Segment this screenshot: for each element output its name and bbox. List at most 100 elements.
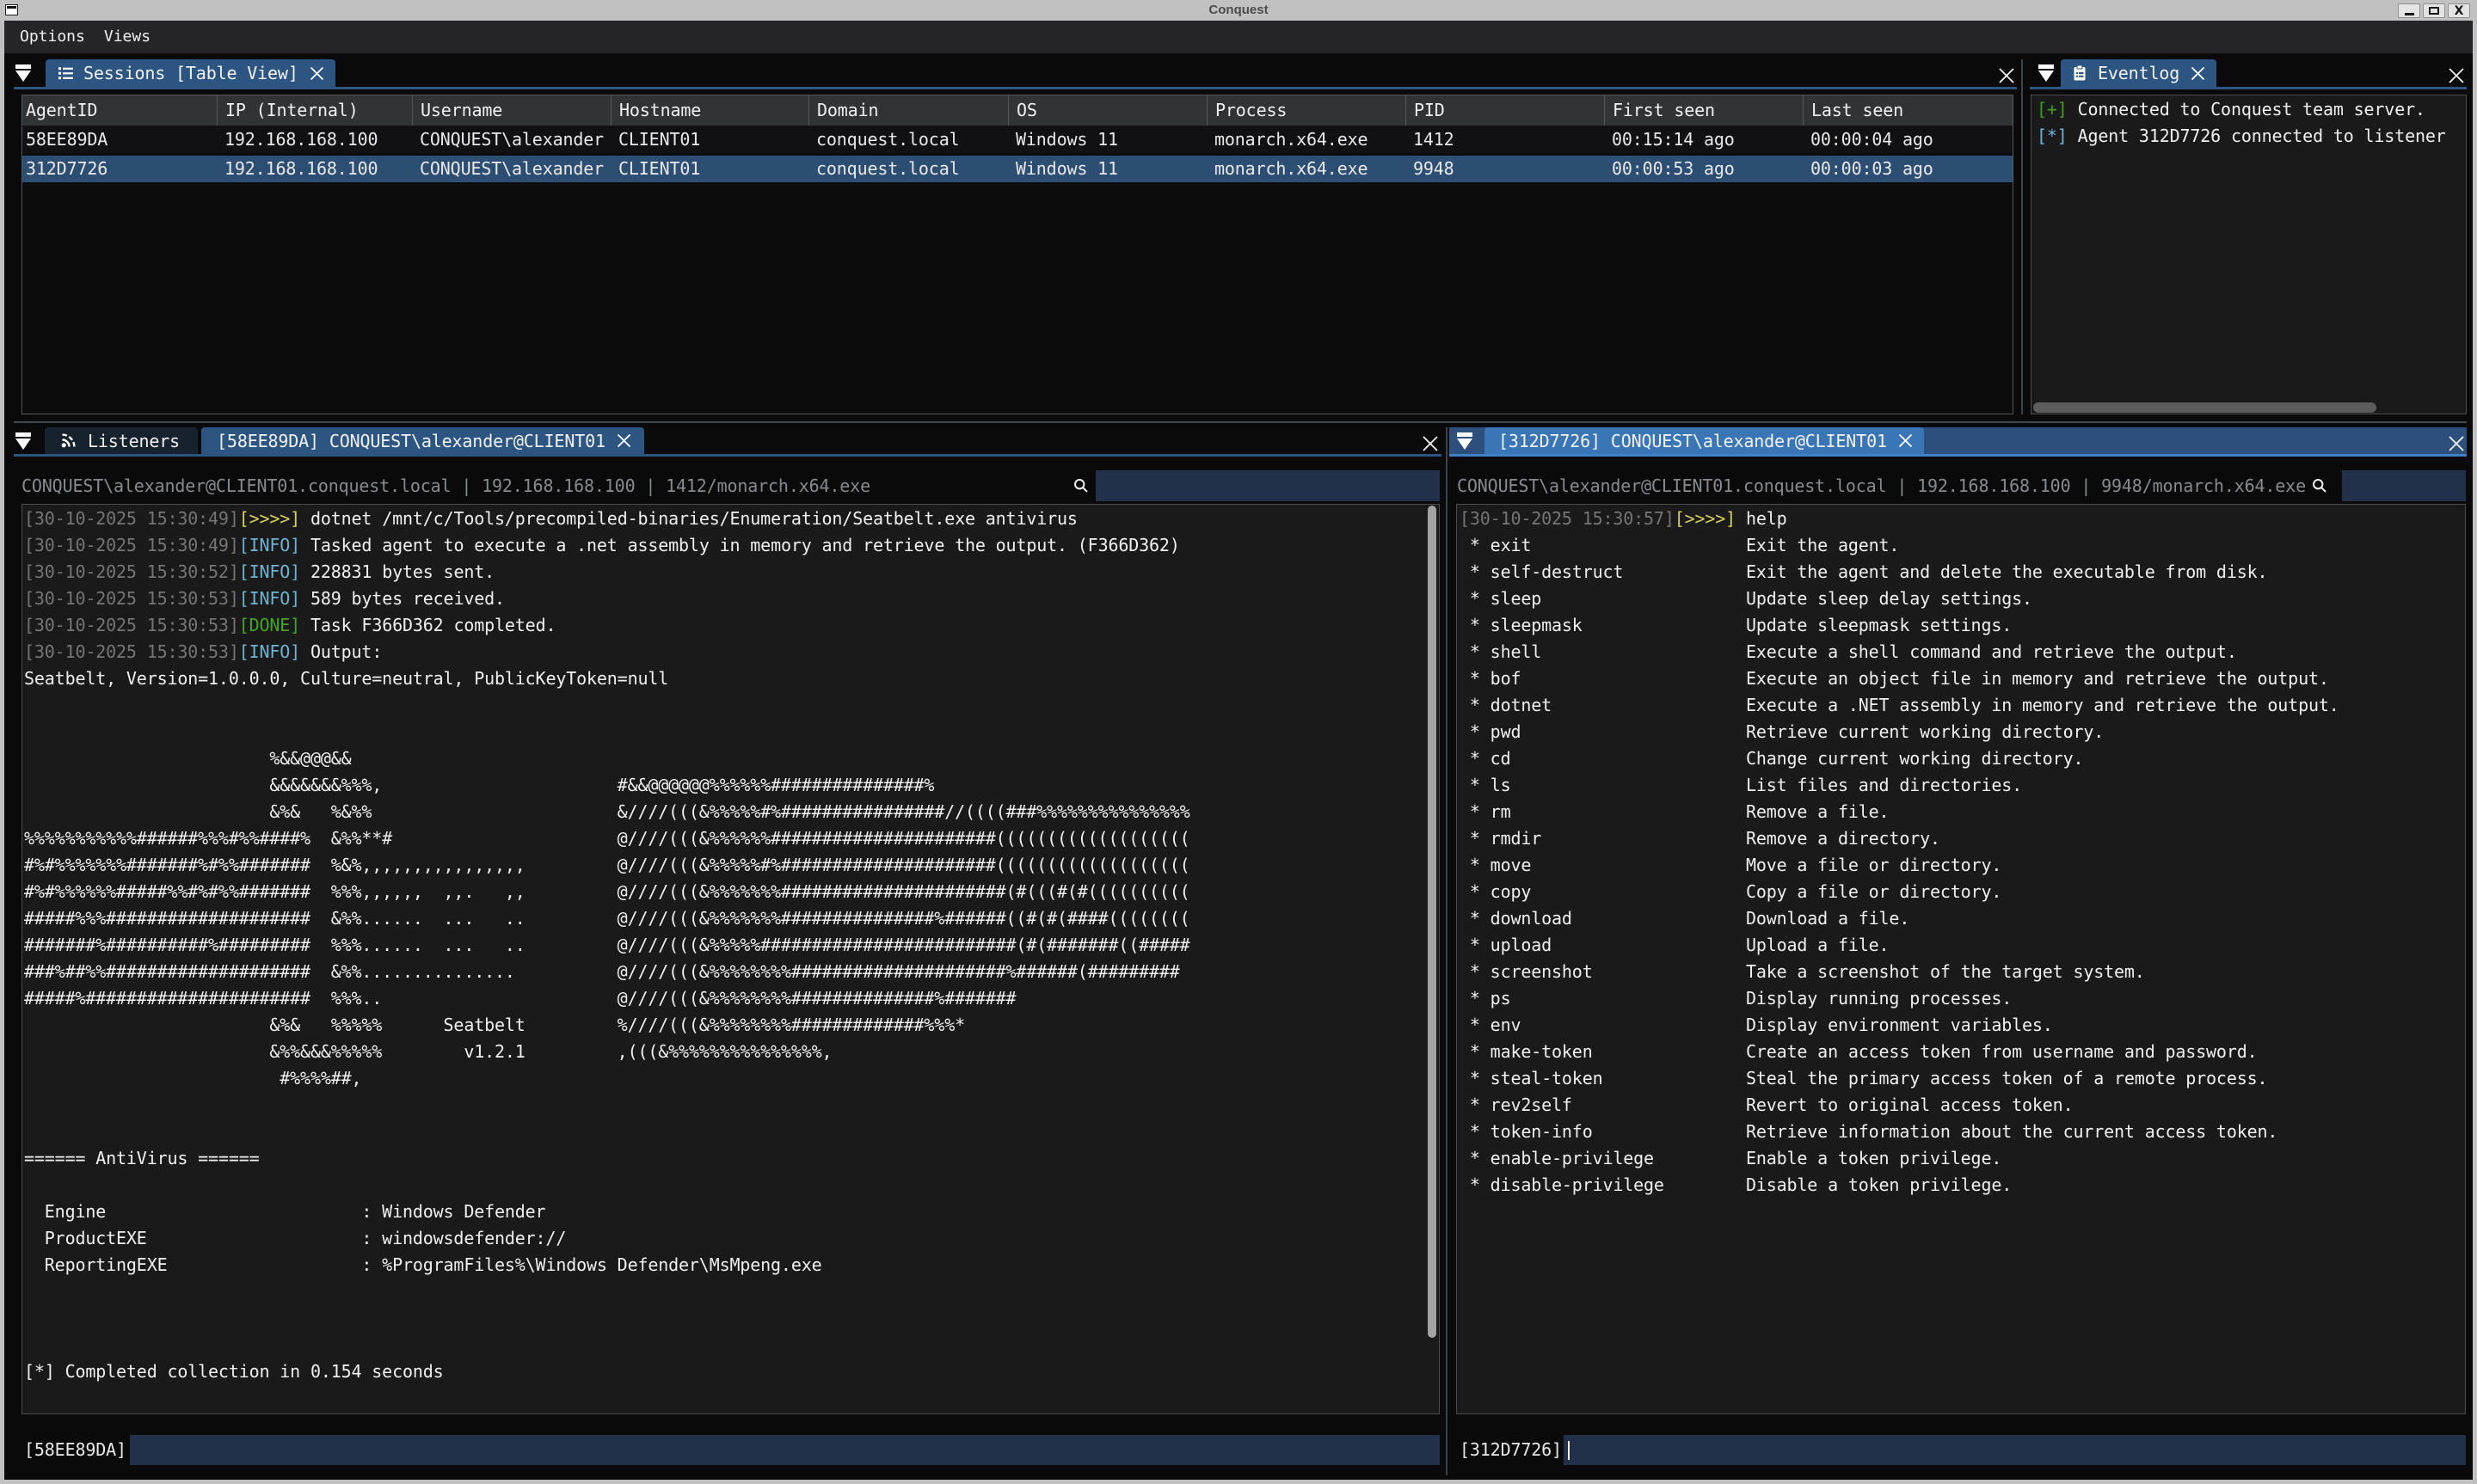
left-search-icon[interactable] (1073, 477, 1090, 498)
tab-close-icon[interactable] (1897, 432, 1914, 449)
console-segment-out: * copy Copy a file or directory. (1460, 881, 2001, 902)
close-window-button[interactable]: X (2448, 3, 2470, 18)
table-cell: CLIENT01 (611, 126, 808, 153)
console-line: * copy Copy a file or directory. (1460, 879, 2465, 905)
console-line (24, 1279, 1439, 1305)
console-line (24, 1092, 1439, 1119)
console-segment-ts: [30-10-2025 15:30:53] (24, 641, 239, 662)
console-line: #%#%%%%%%%#######%#%%####### %&%,,,,,,,,… (24, 852, 1439, 879)
maximize-button[interactable] (2423, 3, 2445, 18)
table-header-cell[interactable]: IP (Internal) (217, 95, 412, 126)
console-segment-cmd: [>>>>] (1675, 508, 1736, 529)
eventlog-horizontal-scrollbar[interactable] (2033, 402, 2376, 413)
console-line: * sleep Update sleep delay settings. (1460, 586, 2465, 612)
top-dock-splitter[interactable] (2021, 59, 2023, 414)
tab-sessions-table-view[interactable]: Sessions [Table View] (46, 59, 335, 87)
tab-label: Listeners (88, 431, 180, 451)
left-command-input[interactable] (130, 1435, 1440, 1465)
console-segment-out: * sleepmask Update sleepmask settings. (1460, 615, 2012, 635)
bottom-dock-splitter[interactable] (1446, 427, 1447, 1475)
console-line: * enable-privilege Enable a token privil… (1460, 1145, 2465, 1172)
right-console-panel-close-button[interactable] (2447, 434, 2466, 453)
console-line: * screenshot Take a screenshot of the ta… (1460, 959, 2465, 985)
tab-agent-58EE89DA[interactable]: [58EE89DA] CONQUEST\alexander@CLIENT01 (201, 427, 644, 454)
table-header-cell[interactable]: Process (1207, 95, 1405, 126)
console-segment-out: * ls List files and directories. (1460, 775, 2022, 795)
console-line: [30-10-2025 15:30:49][>>>>] dotnet /mnt/… (24, 506, 1439, 532)
menu-options[interactable]: Options (10, 21, 95, 53)
console-segment-ts: [30-10-2025 15:30:49] (24, 508, 239, 529)
left-console-scrollbar[interactable] (1428, 506, 1436, 1338)
console-line: #%#%%%%%%#####%%#%#%%####### %%%,,,,,, ,… (24, 879, 1439, 905)
filter-icon-triangle (15, 71, 31, 82)
dock-separator[interactable] (14, 421, 2467, 423)
table-row[interactable]: 312D7726192.168.168.100CONQUEST\alexande… (22, 156, 2013, 182)
left-search-input[interactable] (1096, 470, 1440, 501)
console-segment-out: %%%%%%%%%%%######%%%#%%####% &%%**# @///… (24, 828, 1190, 849)
table-header-cell[interactable]: PID (1405, 95, 1604, 126)
tab-label: [312D7726] CONQUEST\alexander@CLIENT01 (1498, 431, 1887, 451)
console-segment-out: Output: (300, 641, 382, 662)
console-line: * rm Remove a file. (1460, 799, 2465, 825)
console-line: * pwd Retrieve current working directory… (1460, 719, 2465, 745)
console-line: [30-10-2025 15:30:53][DONE] Task F366D36… (24, 612, 1439, 639)
left-console-panel-close-button[interactable] (1421, 434, 1440, 453)
tab-listeners[interactable]: Listeners (45, 427, 198, 454)
right-console-tabbar: [312D7726] CONQUEST\alexander@CLIENT01 (1449, 427, 2467, 454)
console-segment-out: * exit Exit the agent. (1460, 535, 1899, 555)
table-header-cell[interactable]: Last seen (1803, 95, 2013, 126)
console-line (24, 1305, 1439, 1332)
tab-eventlog[interactable]: Eventlog (2061, 59, 2216, 87)
sessions-filter-button[interactable] (14, 59, 33, 87)
table-cell: 00:15:14 ago (1604, 126, 1803, 153)
eventlog-filter-button[interactable] (2037, 59, 2056, 87)
console-segment-done: [DONE] (239, 615, 300, 635)
maximize-icon (2429, 7, 2439, 15)
console-segment-out: * rm Remove a file. (1460, 801, 1889, 822)
close-icon: X (2455, 5, 2464, 17)
console-segment-out: #######%##########%######### %%%...... .… (24, 935, 1190, 955)
console-line: ProductEXE : windowsdefender:// (24, 1225, 1439, 1252)
menu-views[interactable]: Views (95, 21, 160, 53)
table-header-cell[interactable]: OS (1008, 95, 1207, 126)
console-line: * rev2self Revert to original access tok… (1460, 1092, 2465, 1119)
table-header-cell[interactable]: AgentID (22, 95, 217, 126)
table-cell: 312D7726 (22, 156, 217, 182)
minimize-button[interactable] (2398, 3, 2420, 18)
console-line: ====== AntiVirus ====== (24, 1145, 1439, 1172)
tab-close-icon[interactable] (2190, 65, 2206, 82)
right-console-filter-button[interactable] (1455, 427, 1474, 454)
list-icon (56, 64, 75, 83)
console-line (24, 1119, 1439, 1145)
console-segment-out: ReportingEXE : %ProgramFiles%\Windows De… (24, 1254, 822, 1275)
left-console-filter-button[interactable] (14, 427, 33, 454)
right-command-input[interactable] (1564, 1435, 2466, 1465)
titlebar: Conquest X (0, 0, 2477, 21)
console-line: %&&@@@&& (24, 745, 1439, 772)
console-line: * shell Execute a shell command and retr… (1460, 639, 2465, 665)
console-segment-out: dotnet /mnt/c/Tools/precompiled-binaries… (300, 508, 1078, 529)
tab-close-icon[interactable] (616, 432, 632, 449)
sessions-panel-close-button[interactable] (1997, 66, 2016, 85)
tab-agent-312D7726[interactable]: [312D7726] CONQUEST\alexander@CLIENT01 (1484, 427, 1924, 454)
console-line: #####%%%#################### &%%...... .… (24, 905, 1439, 932)
minimize-icon (2405, 13, 2414, 15)
console-segment-out: help (1736, 508, 1786, 529)
left-agent-status: CONQUEST\alexander@CLIENT01.conquest.loc… (22, 470, 1036, 501)
console-segment-out: &%& %&%% &////(((&%%%%%#%###############… (24, 801, 1190, 822)
table-header-cell[interactable]: Domain (808, 95, 1008, 126)
console-segment-out: * shell Execute a shell command and retr… (1460, 641, 2237, 662)
right-search-icon[interactable] (2311, 477, 2328, 498)
table-cell: conquest.local (808, 156, 1008, 182)
eventlog-panel-close-button[interactable] (2447, 66, 2466, 85)
sessions-table: AgentIDIP (Internal)UsernameHostnameDoma… (22, 95, 2013, 414)
console-line: &&&&&&&%%%, #&&@@@@@@%%%%%%#############… (24, 772, 1439, 799)
right-search-input[interactable] (2342, 470, 2466, 501)
tab-close-icon[interactable] (309, 65, 325, 82)
table-cell: 192.168.168.100 (217, 156, 412, 182)
table-header-cell[interactable]: Username (412, 95, 611, 126)
table-row[interactable]: 58EE89DA192.168.168.100CONQUEST\alexande… (22, 126, 2013, 153)
table-header-cell[interactable]: First seen (1604, 95, 1803, 126)
table-header-cell[interactable]: Hostname (611, 95, 808, 126)
console-segment-out: * screenshot Take a screenshot of the ta… (1460, 961, 2145, 982)
